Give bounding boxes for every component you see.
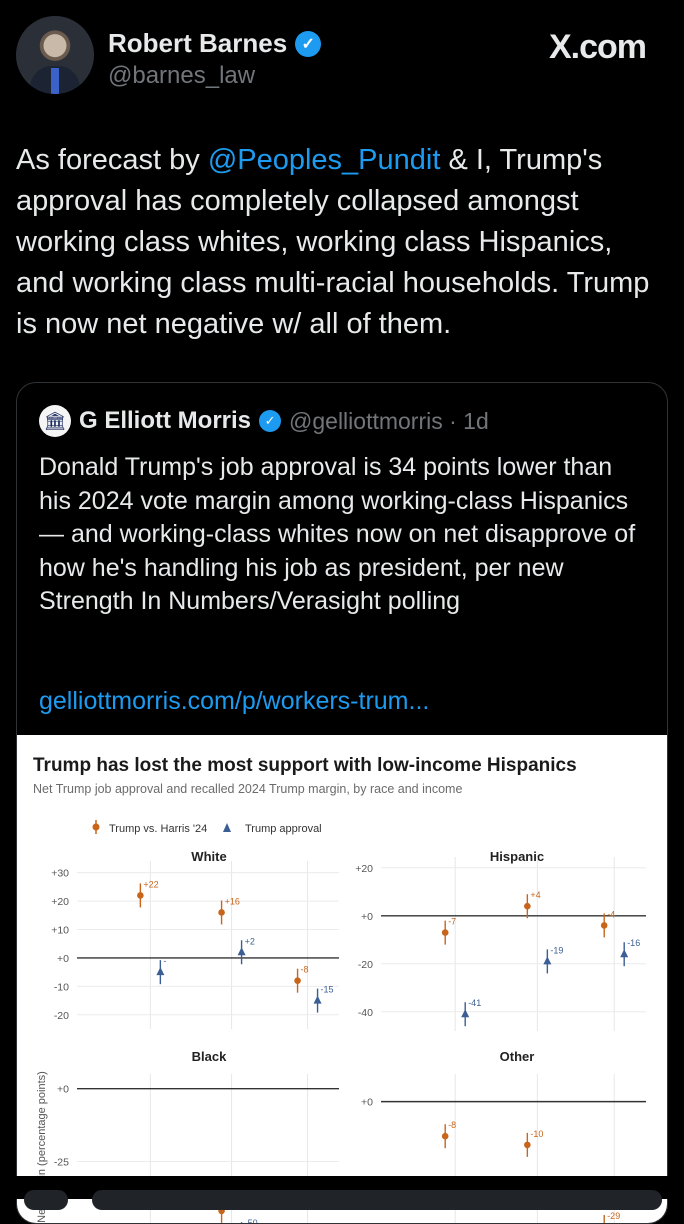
data-label: -15 (321, 985, 334, 995)
chart-panels: White +30 +20 +10 +0 -10 -20 +22 +16 -8 - +2 -15 Hisp… (51, 849, 646, 1224)
data-label: -16 (627, 938, 640, 948)
quoted-author-name[interactable]: G Elliott Morris (79, 407, 251, 435)
author-handle[interactable]: @barnes_law (108, 62, 255, 90)
data-label: -4 (607, 909, 615, 919)
verified-badge-icon: ✓ (259, 410, 281, 432)
chart-title: Trump has lost the most support with low… (33, 755, 577, 776)
data-label: - (163, 956, 166, 966)
verified-badge-icon: ✓ (295, 31, 321, 57)
data-label: +2 (245, 936, 255, 946)
y-tick-label: +10 (51, 925, 69, 937)
tweet-header: Robert Barnes ✓ @barnes_law X.com (16, 16, 668, 96)
mention-link[interactable]: @Peoples_Pundit (208, 144, 441, 176)
y-tick-label: +30 (51, 868, 69, 880)
panel-title: Hispanic (490, 849, 544, 864)
y-tick-label: +0 (57, 1084, 69, 1096)
y-tick-label: -10 (54, 981, 69, 993)
point-2024 (524, 903, 531, 910)
point-2024 (137, 892, 144, 899)
chart-subtitle: Net Trump job approval and recalled 2024… (33, 782, 462, 796)
y-tick-label: +0 (361, 1097, 373, 1109)
data-label: -19 (550, 945, 563, 955)
point-approval (620, 949, 628, 957)
panel-title: Other (500, 1049, 535, 1064)
point-approval (156, 967, 164, 975)
tweet-text: As forecast by @Peoples_Pundit & I, Trum… (16, 140, 656, 345)
panel-title: Black (192, 1049, 227, 1064)
legend-label-2024: Trump vs. Harris '24 (109, 823, 207, 835)
y-tick-label: +20 (51, 896, 69, 908)
article-link[interactable]: gelliottmorris.com/p/workers-trum... (39, 687, 429, 716)
author-name[interactable]: Robert Barnes (108, 28, 287, 59)
point-approval (238, 947, 246, 955)
author-row: Robert Barnes ✓ (108, 28, 321, 59)
chart-image[interactable]: Trump has lost the most support with low… (17, 735, 667, 1224)
avatar-tie (51, 68, 59, 94)
panel-title: White (191, 849, 226, 864)
legend-orange-dot (93, 824, 100, 831)
y-tick-label: -25 (54, 1156, 69, 1168)
capitol-icon[interactable]: 🏛 (39, 405, 71, 437)
y-tick-label: +0 (361, 911, 373, 923)
point-approval (461, 1009, 469, 1017)
avatar[interactable] (16, 16, 94, 94)
data-label: -10 (530, 1129, 543, 1139)
data-label: +16 (225, 896, 240, 906)
data-label: -29 (607, 1211, 620, 1221)
quoted-header: 🏛 G Elliott Morris ✓ @gelliottmorris · 1… (39, 405, 489, 437)
y-tick-label: +0 (57, 953, 69, 965)
data-label: -8 (448, 1120, 456, 1130)
y-tick-label: -20 (358, 959, 373, 971)
legend-blue-triangle (223, 823, 231, 832)
point-2024 (442, 929, 449, 936)
x-logo: X.com (549, 28, 646, 67)
point-2024 (218, 909, 225, 916)
data-label: +22 (143, 879, 158, 889)
y-tick-label: -40 (358, 1007, 373, 1019)
data-label: -41 (468, 998, 481, 1008)
point-2024 (601, 922, 608, 929)
point-approval (314, 996, 322, 1004)
quoted-text: Donald Trump's job approval is 34 points… (39, 451, 649, 619)
legend-label-approval: Trump approval (245, 823, 322, 835)
y-tick-label: +20 (355, 863, 373, 875)
data-label: -50 (245, 1218, 258, 1224)
quoted-tweet[interactable]: 🏛 G Elliott Morris ✓ @gelliottmorris · 1… (16, 382, 668, 1224)
point-2024 (442, 1133, 449, 1140)
data-label: +4 (530, 890, 540, 900)
data-label: -7 (448, 917, 456, 927)
reply-input[interactable] (92, 1190, 662, 1210)
data-label: -8 (301, 965, 309, 975)
back-button[interactable] (24, 1190, 68, 1210)
chart-legend: Trump vs. Harris '24 Trump approval (93, 820, 322, 835)
quoted-author-handle[interactable]: @gelliottmorris · 1d (289, 408, 489, 435)
point-approval (543, 956, 551, 964)
tweet-text-pre: As forecast by (16, 144, 208, 176)
chart-svg: Trump has lost the most support with low… (17, 735, 667, 1224)
point-2024 (524, 1142, 531, 1149)
y-tick-label: -20 (54, 1010, 69, 1022)
point-2024 (294, 977, 301, 984)
